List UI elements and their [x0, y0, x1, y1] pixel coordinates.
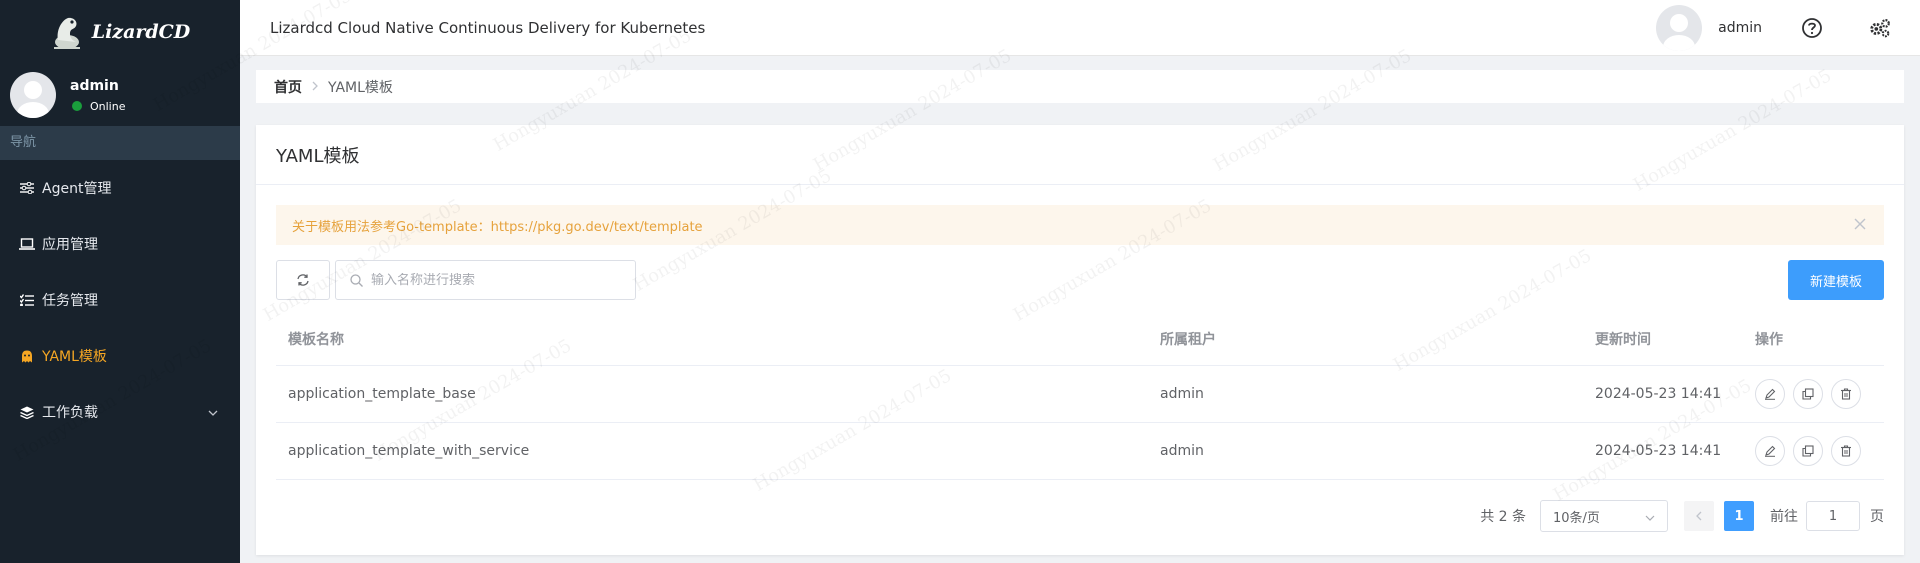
tenant-cell: admin [1160, 386, 1204, 402]
sidebar-item-agent[interactable]: Agent管理 [0, 160, 240, 216]
logo[interactable]: LizardCD [0, 0, 240, 64]
edit-button[interactable] [1755, 436, 1785, 466]
sidebar-item-tasks[interactable]: 任务管理 [0, 272, 240, 328]
sidebar: LizardCD admin Online 导航 Agent管理 应用管理 任务… [0, 0, 240, 563]
page-number-button[interactable]: 1 [1724, 501, 1754, 531]
template-name-cell: application_template_with_service [288, 443, 530, 459]
user-icon [1663, 13, 1696, 51]
sidebar-item-yaml-template[interactable]: YAML模板 [0, 328, 240, 384]
help-icon[interactable] [1800, 16, 1824, 40]
avatar [10, 72, 56, 118]
table-row: application_template_with_service admin … [276, 423, 1884, 480]
chevron-left-icon [1696, 511, 1702, 521]
new-template-button[interactable]: 新建模板 [1788, 260, 1884, 300]
copy-button[interactable] [1793, 379, 1823, 409]
chevron-down-icon [1645, 510, 1655, 525]
page-title: YAML模板 [256, 125, 1904, 185]
copy-icon [1802, 445, 1814, 457]
main-panel: YAML模板 关于模板用法参考Go-template：https://pkg.g… [256, 125, 1904, 555]
avatar[interactable] [1656, 4, 1703, 51]
breadcrumb: 首页 YAML模板 [256, 70, 1904, 103]
refresh-button[interactable] [276, 260, 330, 300]
alert-text: 关于模板用法参考Go-template：https://pkg.go.dev/t… [292, 219, 703, 235]
column-header: 模板名称 [288, 331, 344, 348]
column-header: 操作 [1755, 331, 1783, 348]
sidebar-item-label: Agent管理 [42, 181, 112, 197]
template-table: 模板名称 所属租户 更新时间 操作 application_template_b… [276, 312, 1884, 480]
nav-header: 导航 [0, 126, 240, 160]
goto-page-input[interactable] [1806, 501, 1860, 531]
user-status: Online [70, 100, 125, 113]
laptop-icon [18, 238, 36, 250]
edit-icon [1765, 445, 1776, 457]
info-alert: 关于模板用法参考Go-template：https://pkg.go.dev/t… [276, 205, 1884, 245]
sidebar-item-apps[interactable]: 应用管理 [0, 216, 240, 272]
row-actions [1743, 436, 1884, 466]
updated-time-cell: 2024-05-23 14:41 [1595, 443, 1722, 459]
app-title: Lizardcd Cloud Native Continuous Deliver… [270, 18, 706, 37]
ghost-icon [18, 350, 36, 363]
sidebar-item-label: YAML模板 [42, 349, 107, 365]
goto-label: 前往 [1770, 509, 1798, 525]
trash-icon [1841, 445, 1851, 457]
search-field [335, 260, 636, 300]
search-input[interactable] [371, 272, 621, 288]
sidebar-item-label: 任务管理 [42, 293, 98, 309]
tenant-cell: admin [1160, 443, 1204, 459]
sliders-icon [18, 182, 36, 194]
status-label: Online [90, 99, 126, 113]
chevron-right-icon [312, 80, 318, 94]
page-suffix: 页 [1870, 509, 1884, 525]
user-icon [17, 81, 49, 118]
column-header: 更新时间 [1595, 331, 1651, 348]
logo-text: LizardCD [91, 21, 191, 43]
copy-icon [1802, 388, 1814, 400]
delete-button[interactable] [1831, 436, 1861, 466]
copy-button[interactable] [1793, 436, 1823, 466]
refresh-icon [297, 274, 309, 286]
online-status-icon [72, 101, 82, 111]
sidebar-item-workload[interactable]: 工作负载 [0, 384, 240, 440]
settings-gears-icon[interactable] [1868, 16, 1892, 40]
chevron-down-icon [208, 404, 218, 420]
table-header: 模板名称 所属租户 更新时间 操作 [276, 312, 1884, 366]
column-header: 所属租户 [1160, 331, 1216, 348]
table-row: application_template_base admin 2024-05-… [276, 366, 1884, 423]
sidebar-item-label: 工作负载 [42, 405, 98, 421]
edit-icon [1765, 388, 1776, 400]
row-actions [1743, 379, 1884, 409]
page-size-value: 10条/页 [1553, 510, 1600, 526]
lizard-logo-icon [53, 17, 80, 49]
top-bar: Lizardcd Cloud Native Continuous Deliver… [240, 0, 1920, 56]
trash-icon [1841, 388, 1851, 400]
page-size-select[interactable]: 10条/页 [1540, 500, 1668, 532]
sidebar-item-label: 应用管理 [42, 237, 98, 253]
user-name: admin [70, 77, 119, 94]
delete-button[interactable] [1831, 379, 1861, 409]
layers-icon [18, 406, 36, 419]
user-panel: admin Online [0, 64, 240, 126]
edit-button[interactable] [1755, 379, 1785, 409]
template-name-cell: application_template_base [288, 386, 476, 402]
breadcrumb-current: YAML模板 [328, 79, 393, 96]
tasks-icon [18, 294, 36, 306]
pagination: 共 2 条 10条/页 1 前往 页 [1480, 500, 1884, 532]
updated-time-cell: 2024-05-23 14:41 [1595, 386, 1722, 402]
pagination-total: 共 2 条 [1480, 509, 1526, 525]
close-icon[interactable] [1854, 217, 1866, 233]
nav-list: Agent管理 应用管理 任务管理 YAML模板 工作负载 [0, 160, 240, 440]
prev-page-button[interactable] [1684, 501, 1714, 531]
search-icon [350, 273, 363, 287]
top-user-name[interactable]: admin [1718, 20, 1762, 36]
breadcrumb-home[interactable]: 首页 [274, 77, 302, 97]
